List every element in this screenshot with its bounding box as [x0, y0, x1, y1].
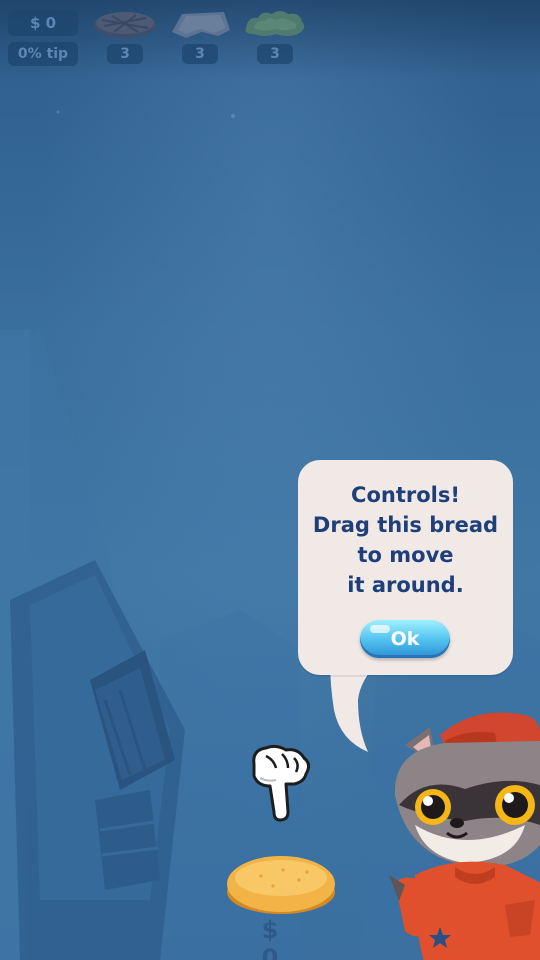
- lettuce-count: 3: [257, 44, 293, 64]
- tutorial-line-1: Controls!: [351, 483, 460, 507]
- lettuce-icon: [245, 11, 305, 36]
- patty-icon: [94, 12, 156, 38]
- cheese-count: 3: [182, 44, 218, 64]
- tutorial-line-4: it around.: [347, 573, 464, 597]
- raccoon-chef-character: [389, 712, 540, 960]
- patty-count: 3: [107, 44, 143, 64]
- tutorial-line-2: Drag this bread: [312, 513, 499, 537]
- bread-bun[interactable]: [225, 850, 337, 916]
- tutorial-speech-bubble: Controls! Drag this bread to move it aro…: [298, 460, 513, 675]
- leaning-building: [10, 560, 185, 960]
- pointing-hand-icon: [252, 744, 311, 822]
- cheese-icon: [172, 12, 230, 38]
- order-total: $ 0: [261, 916, 279, 960]
- tip-indicator: 0% tip: [8, 42, 78, 66]
- ok-button[interactable]: Ok: [360, 620, 450, 658]
- tutorial-text: Controls! Drag this bread to move it aro…: [298, 480, 513, 600]
- money-counter: $ 0: [8, 10, 78, 36]
- tutorial-line-3: to move: [357, 543, 454, 567]
- button-shine: [370, 625, 390, 633]
- game-scene: $ 0 0% tip 3 3 3 Controls! Drag this bre…: [0, 0, 540, 960]
- ok-button-label: Ok: [390, 628, 420, 650]
